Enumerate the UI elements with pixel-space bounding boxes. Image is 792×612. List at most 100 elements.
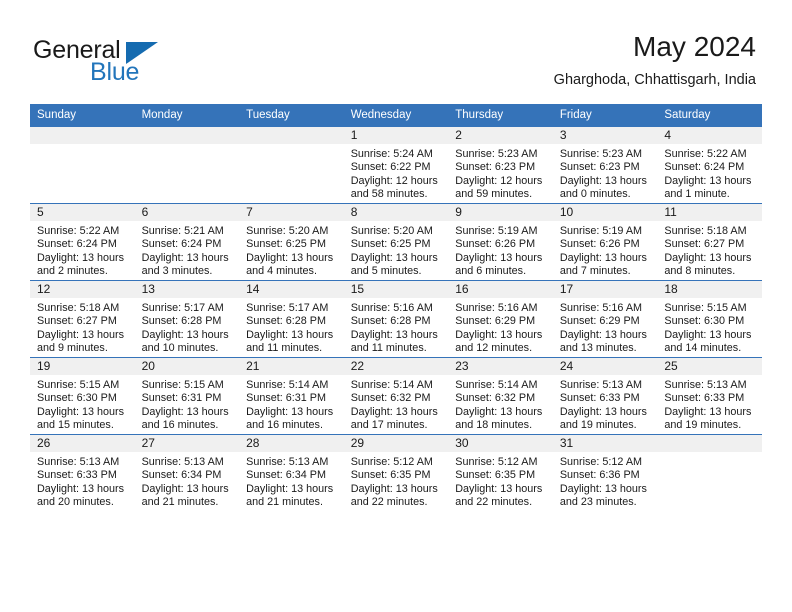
- day-cell-6[interactable]: 6 Sunrise: 5:21 AM Sunset: 6:24 PM Daylight…: [134, 203, 240, 281]
- day-number: 30: [448, 435, 553, 452]
- weekday-header-tuesday: Tuesday: [239, 104, 344, 127]
- day-detail-line: and 7 minutes.: [559, 265, 631, 278]
- general-blue-logo[interactable]: General Blue: [33, 36, 233, 88]
- day-detail-line: Sunrise: 5:13 AM: [664, 379, 747, 391]
- weekday-header-thursday: Thursday: [448, 104, 553, 127]
- day-detail-line: and 13 minutes.: [559, 342, 637, 355]
- day-detail-line: Sunrise: 5:18 AM: [664, 225, 747, 237]
- day-number: [239, 127, 344, 144]
- day-detail-line: Sunrise: 5:12 AM: [455, 456, 538, 468]
- day-cell-23[interactable]: 23 Sunrise: 5:14 AM Sunset: 6:32 PM Dayligh…: [448, 357, 553, 435]
- day-cell-25[interactable]: 25 Sunrise: 5:13 AM Sunset: 6:33 PM Dayligh…: [657, 357, 762, 435]
- day-detail-line: Sunrise: 5:24 AM: [350, 148, 433, 160]
- day-cell-17[interactable]: 17 Sunrise: 5:16 AM Sunset: 6:29 PM Dayligh…: [552, 280, 658, 358]
- day-cell-16[interactable]: 16 Sunrise: 5:16 AM Sunset: 6:29 PM Dayligh…: [448, 280, 553, 358]
- day-cell-1[interactable]: 1 Sunrise: 5:24 AM Sunset: 6:22 PM Daylight…: [343, 126, 449, 204]
- day-details: Sunrise: 5:20 AM Sunset: 6:25 PM Daylight:…: [344, 221, 449, 279]
- day-detail-line: and 2 minutes.: [37, 265, 108, 278]
- day-detail-line: Sunrise: 5:13 AM: [37, 456, 120, 468]
- day-detail-line: Daylight: 13 hours: [350, 251, 438, 264]
- day-detail-line: and 1 minute.: [664, 188, 730, 201]
- day-detail-line: Daylight: 13 hours: [246, 482, 334, 495]
- day-number: 21: [239, 358, 344, 375]
- day-details: Sunrise: 5:12 AM Sunset: 6:36 PM Daylight:…: [553, 452, 658, 510]
- day-cell-27[interactable]: 27 Sunrise: 5:13 AM Sunset: 6:34 PM Dayligh…: [134, 434, 240, 511]
- day-details: Sunrise: 5:12 AM Sunset: 6:35 PM Daylight:…: [448, 452, 553, 510]
- day-cell-24[interactable]: 24 Sunrise: 5:13 AM Sunset: 6:33 PM Dayligh…: [552, 357, 658, 435]
- day-detail-line: Daylight: 12 hours: [455, 174, 543, 187]
- calendar-header-row: Sunday Monday Tuesday Wednesday Thursday Frid…: [30, 104, 762, 127]
- day-detail-line: Sunrise: 5:22 AM: [37, 225, 120, 237]
- day-number: 31: [552, 435, 658, 452]
- day-detail-line: Sunrise: 5:20 AM: [350, 225, 433, 237]
- day-detail-line: Sunset: 6:31 PM: [141, 392, 222, 405]
- day-detail-line: and 11 minutes.: [246, 342, 323, 355]
- day-cell-20[interactable]: 20 Sunrise: 5:15 AM Sunset: 6:31 PM Dayligh…: [134, 357, 240, 435]
- day-cell-21[interactable]: 21 Sunrise: 5:14 AM Sunset: 6:31 PM Dayligh…: [239, 357, 344, 435]
- day-detail-line: Sunset: 6:27 PM: [664, 238, 745, 251]
- calendar-week-row: 1 Sunrise: 5:24 AM Sunset: 6:22 PM Daylight…: [30, 126, 762, 204]
- day-number: 26: [30, 435, 135, 452]
- day-detail-line: and 58 minutes.: [350, 188, 428, 201]
- day-detail-line: and 22 minutes.: [455, 496, 533, 509]
- day-cell-4[interactable]: 4 Sunrise: 5:22 AM Sunset: 6:24 PM Daylight…: [657, 126, 762, 204]
- day-detail-line: Sunrise: 5:14 AM: [350, 379, 433, 391]
- day-cell-31[interactable]: 31 Sunrise: 5:12 AM Sunset: 6:36 PM Dayligh…: [552, 434, 658, 511]
- day-cell-8[interactable]: 8 Sunrise: 5:20 AM Sunset: 6:25 PM Daylight…: [343, 203, 449, 281]
- day-details: Sunrise: 5:13 AM Sunset: 6:34 PM Daylight:…: [135, 452, 240, 510]
- day-cell-7[interactable]: 7 Sunrise: 5:20 AM Sunset: 6:25 PM Daylight…: [239, 203, 344, 281]
- calendar-week-row: 5 Sunrise: 5:22 AM Sunset: 6:24 PM Daylight…: [30, 203, 762, 281]
- day-detail-line: and 19 minutes.: [559, 419, 637, 432]
- day-detail-line: and 14 minutes.: [664, 342, 742, 355]
- day-details: Sunrise: 5:13 AM Sunset: 6:33 PM Daylight:…: [30, 452, 135, 510]
- day-cell-13[interactable]: 13 Sunrise: 5:17 AM Sunset: 6:28 PM Dayligh…: [134, 280, 240, 358]
- day-details: Sunrise: 5:14 AM Sunset: 6:32 PM Daylight:…: [344, 375, 449, 433]
- day-detail-line: and 18 minutes.: [455, 419, 533, 432]
- day-cell-3[interactable]: 3 Sunrise: 5:23 AM Sunset: 6:23 PM Daylight…: [552, 126, 658, 204]
- day-details: Sunrise: 5:13 AM Sunset: 6:33 PM Daylight:…: [553, 375, 658, 433]
- day-cell-18[interactable]: 18 Sunrise: 5:15 AM Sunset: 6:30 PM Dayligh…: [657, 280, 762, 358]
- day-detail-line: Daylight: 13 hours: [141, 405, 229, 418]
- day-number: 22: [343, 358, 449, 375]
- day-cell-10[interactable]: 10 Sunrise: 5:19 AM Sunset: 6:26 PM Dayligh…: [552, 203, 658, 281]
- day-number: 2: [448, 127, 553, 144]
- day-cell-29[interactable]: 29 Sunrise: 5:12 AM Sunset: 6:35 PM Dayligh…: [343, 434, 449, 511]
- day-number: 17: [552, 281, 658, 298]
- day-cell-9[interactable]: 9 Sunrise: 5:19 AM Sunset: 6:26 PM Daylight…: [448, 203, 553, 281]
- day-cell-12[interactable]: 12 Sunrise: 5:18 AM Sunset: 6:27 PM Dayligh…: [30, 280, 135, 358]
- day-cell-2[interactable]: 2 Sunrise: 5:23 AM Sunset: 6:23 PM Daylight…: [448, 126, 553, 204]
- day-detail-line: and 12 minutes.: [455, 342, 533, 355]
- day-detail-line: and 17 minutes.: [350, 419, 428, 432]
- day-cell-26[interactable]: 26 Sunrise: 5:13 AM Sunset: 6:33 PM Dayligh…: [30, 434, 135, 511]
- day-cell-30[interactable]: 30 Sunrise: 5:12 AM Sunset: 6:35 PM Dayligh…: [448, 434, 553, 511]
- day-number: 14: [239, 281, 344, 298]
- day-detail-line: Sunset: 6:34 PM: [246, 469, 326, 482]
- day-number: 12: [30, 281, 135, 298]
- day-number: 20: [134, 358, 240, 375]
- day-details: Sunrise: 5:15 AM Sunset: 6:30 PM Daylight:…: [30, 375, 135, 433]
- day-cell-empty: [30, 126, 135, 204]
- day-number: [657, 435, 762, 452]
- day-number: 27: [134, 435, 240, 452]
- day-cell-14[interactable]: 14 Sunrise: 5:17 AM Sunset: 6:28 PM Dayligh…: [239, 280, 344, 358]
- day-detail-line: Sunrise: 5:16 AM: [455, 302, 538, 314]
- day-cell-11[interactable]: 11 Sunrise: 5:18 AM Sunset: 6:27 PM Dayligh…: [657, 203, 762, 281]
- day-number: 10: [552, 204, 658, 221]
- calendar-page: General Blue May 2024 Gharghoda, Chhatti…: [0, 0, 792, 612]
- day-details: Sunrise: 5:16 AM Sunset: 6:29 PM Daylight:…: [448, 298, 553, 356]
- day-detail-line: Daylight: 13 hours: [246, 328, 334, 341]
- day-cell-15[interactable]: 15 Sunrise: 5:16 AM Sunset: 6:28 PM Dayligh…: [343, 280, 449, 358]
- day-detail-line: Sunset: 6:32 PM: [455, 392, 536, 405]
- day-detail-line: Daylight: 13 hours: [37, 405, 125, 418]
- day-cell-22[interactable]: 22 Sunrise: 5:14 AM Sunset: 6:32 PM Dayligh…: [343, 357, 449, 435]
- day-detail-line: Sunset: 6:25 PM: [350, 238, 431, 251]
- day-details: [30, 144, 135, 148]
- day-details: [239, 144, 344, 148]
- day-cell-19[interactable]: 19 Sunrise: 5:15 AM Sunset: 6:30 PM Dayligh…: [30, 357, 135, 435]
- day-detail-line: Sunset: 6:24 PM: [37, 238, 117, 251]
- weekday-header-saturday: Saturday: [657, 104, 762, 127]
- day-number: 1: [343, 127, 449, 144]
- day-cell-28[interactable]: 28 Sunrise: 5:13 AM Sunset: 6:34 PM Dayligh…: [239, 434, 344, 511]
- day-cell-5[interactable]: 5 Sunrise: 5:22 AM Sunset: 6:24 PM Daylight…: [30, 203, 135, 281]
- day-detail-line: Sunrise: 5:14 AM: [246, 379, 329, 391]
